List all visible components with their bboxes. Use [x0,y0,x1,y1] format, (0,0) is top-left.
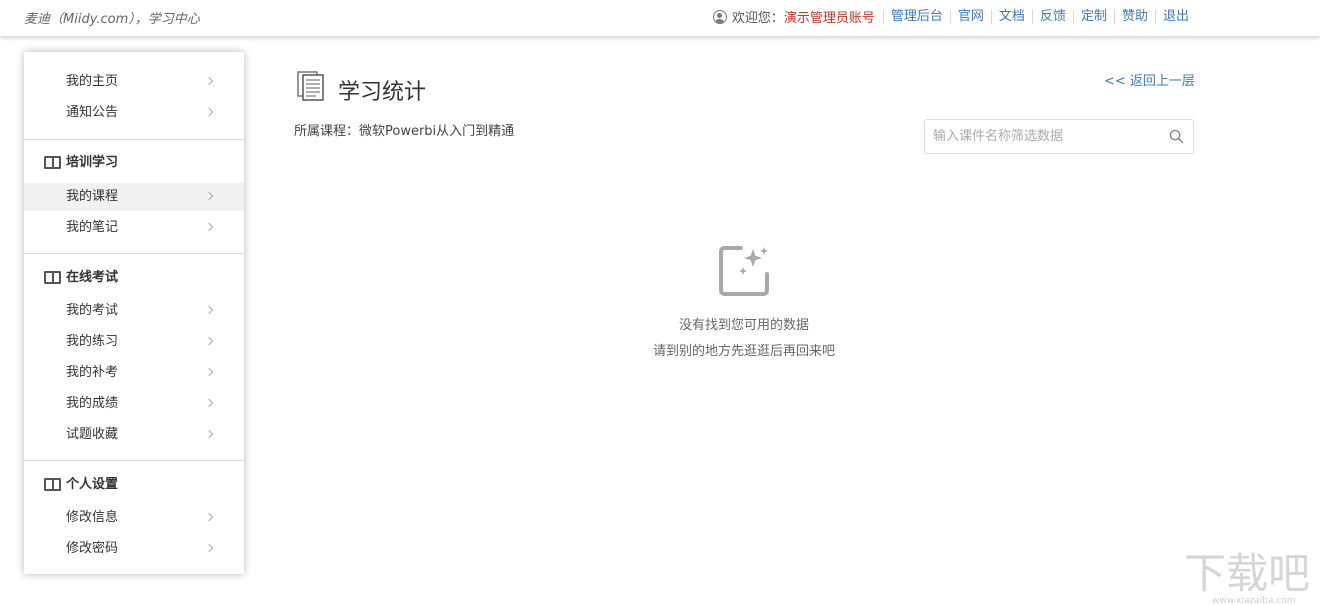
book-icon [44,478,61,491]
sidebar-item-home[interactable]: 我的主页 [24,68,244,96]
sidebar-item-label: 我的成绩 [66,396,119,411]
section-title: 在线考试 [66,270,119,285]
sidebar-item-label: 我的笔记 [66,220,119,235]
watermark-logo: 下载吧 www.xiazaiba.com [1184,549,1310,605]
chevron-right-icon [204,76,214,86]
book-icon [44,271,61,284]
section-title: 个人设置 [66,477,119,492]
chevron-right-icon [204,191,214,201]
search-input[interactable] [925,120,1155,153]
book-icon [44,156,61,169]
feedback-link[interactable]: 反馈 [1031,9,1073,24]
sidebar-item-label: 修改信息 [66,510,119,525]
chevron-right-icon [204,222,214,232]
document-stack-icon [297,71,324,101]
section-title: 培训学习 [66,155,119,170]
chevron-right-icon [204,512,214,522]
sidebar-item-my-courses[interactable]: 我的课程 [24,183,244,211]
sponsor-link[interactable]: 赞助 [1113,9,1155,24]
sidebar-item-favorites[interactable]: 试题收藏 [24,421,244,449]
empty-hint: 请到别的地方先逛逛后再回来吧 [652,344,835,359]
docs-link[interactable]: 文档 [990,9,1032,24]
chevron-right-icon [204,429,214,439]
empty-state-icon [719,246,769,296]
back-link[interactable]: << 返回上一层 [1104,70,1195,89]
sidebar-item-label: 我的补考 [66,365,119,380]
chevron-right-icon [204,367,214,377]
chevron-right-icon [204,398,214,408]
sidebar-divider [24,139,244,140]
sidebar-divider [24,253,244,254]
top-bar: 麦迪（Miidy.com），学习中心 欢迎您： 演示管理员账号 管理后台 官网 … [0,0,1320,36]
sidebar-item-label: 我的主页 [66,74,119,89]
sidebar-item-notices[interactable]: 通知公告 [24,99,244,127]
sidebar-item-label: 修改密码 [66,541,119,556]
sidebar-item-label: 试题收藏 [66,427,119,442]
sidebar-divider [24,460,244,461]
sidebar-item-edit-info[interactable]: 修改信息 [24,504,244,532]
sidebar: 我的主页 通知公告 培训学习 我的课程 我的笔记 在线考试 我的考试 我的练习 … [24,52,244,574]
official-site-link[interactable]: 官网 [949,9,991,24]
logout-link[interactable]: 退出 [1154,9,1196,24]
sidebar-item-my-scores[interactable]: 我的成绩 [24,390,244,418]
user-icon [712,9,727,24]
chevron-right-icon [204,543,214,553]
sidebar-item-label: 我的课程 [66,189,119,204]
search-icon[interactable] [1169,129,1184,144]
search-box [924,119,1194,154]
top-nav: 欢迎您： 演示管理员账号 管理后台 官网 文档 反馈 定制 赞助 退出 [712,7,1196,26]
site-brand: 麦迪（Miidy.com），学习中心 [24,12,200,27]
section-header-settings: 个人设置 [24,473,244,497]
chevron-right-icon [204,107,214,117]
section-header-training: 培训学习 [24,151,244,175]
sidebar-item-my-notes[interactable]: 我的笔记 [24,214,244,242]
sidebar-item-my-makeup[interactable]: 我的补考 [24,359,244,387]
account-name-link[interactable]: 演示管理员账号 [784,7,875,26]
sidebar-item-label: 通知公告 [66,105,119,120]
customize-link[interactable]: 定制 [1072,9,1114,24]
watermark-url: www.xiazaiba.com [1212,596,1296,605]
chevron-right-icon [204,305,214,315]
welcome-text: 欢迎您： [731,11,784,26]
page-title: 学习统计 [338,80,427,105]
watermark-text: 下载吧 [1184,549,1310,598]
admin-link[interactable]: 管理后台 [882,9,950,24]
empty-message: 没有找到您可用的数据 [678,318,809,333]
sidebar-item-change-password[interactable]: 修改密码 [24,535,244,563]
course-label: 所属课程：微软Powerbi从入门到精通 [294,124,515,139]
section-header-exams: 在线考试 [24,266,244,290]
